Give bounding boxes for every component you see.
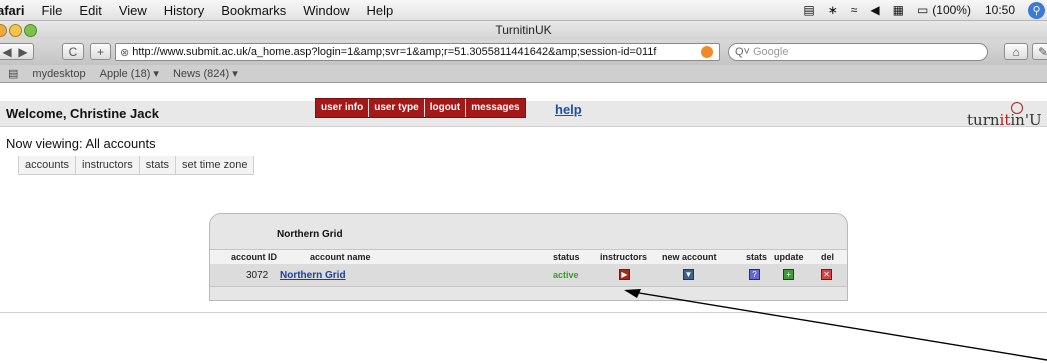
annotation-arrow [624,289,1047,361]
arrow-line [632,291,1047,361]
arrow-head-icon [624,289,641,298]
